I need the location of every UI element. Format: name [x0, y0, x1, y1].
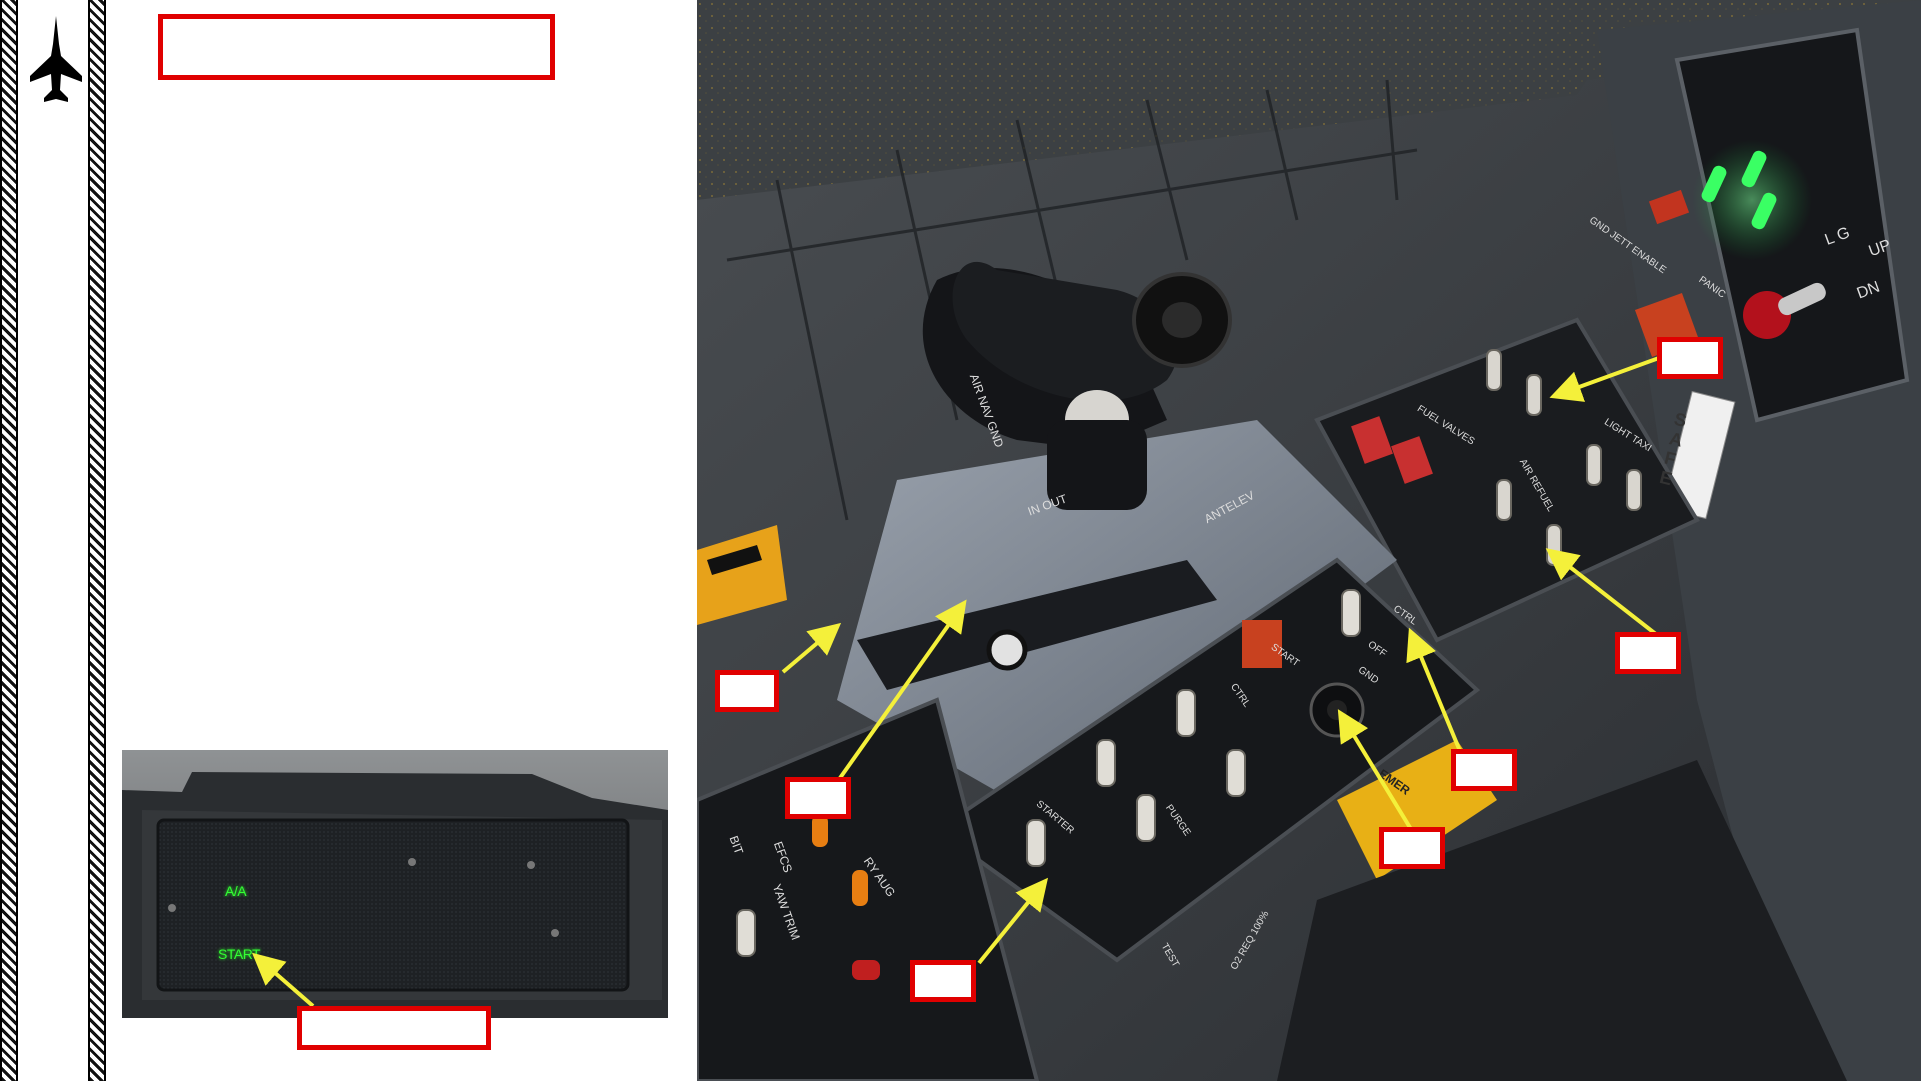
callout-box-4: [1379, 827, 1445, 869]
cockpit-image: AIR NAV GND IN OUT ANTELEV SAFE UP DN L …: [697, 0, 1921, 1081]
callout-box-5: [1451, 749, 1517, 791]
inset-callout-box: [297, 1006, 491, 1050]
callout-box-6: [1615, 632, 1681, 674]
callout-box-7: [1657, 337, 1723, 379]
inset-arrow-layer: [251, 952, 315, 1008]
callout-box-2: [785, 777, 851, 819]
callout-box-1: [715, 670, 779, 712]
cockpit-arrow-layer: [781, 356, 1660, 965]
callout-box-3: [910, 960, 976, 1002]
